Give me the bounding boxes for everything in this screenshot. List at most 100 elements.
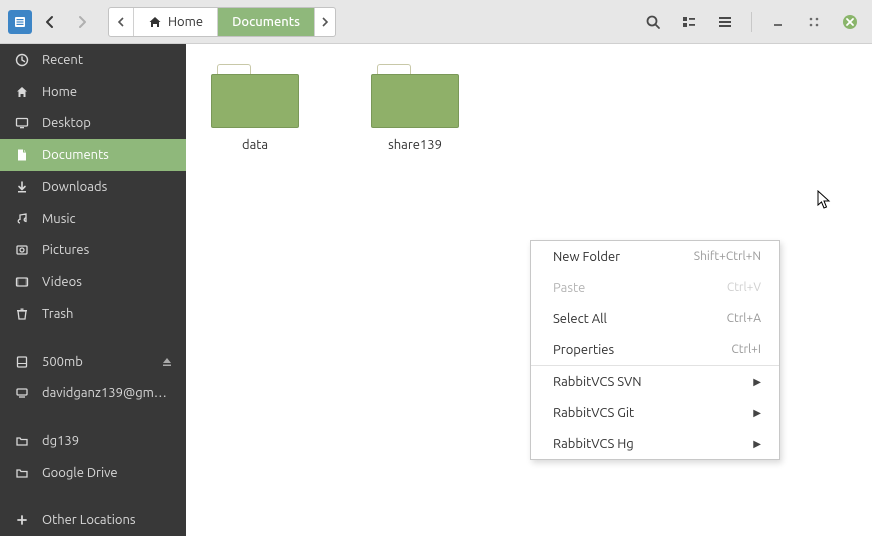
sidebar-item-recent[interactable]: Recent <box>0 44 186 76</box>
sidebar-item-label: Videos <box>42 275 172 289</box>
folder-grid: data share139 <box>200 64 858 152</box>
sidebar-item-pictures[interactable]: Pictures <box>0 235 186 267</box>
sidebar-mount-500mb[interactable]: 500mb <box>0 346 186 378</box>
home-icon <box>14 85 30 99</box>
breadcrumb-current-label: Documents <box>232 15 300 29</box>
sidebar-bookmark-dg139[interactable]: dg139 <box>0 425 186 457</box>
eject-icon[interactable] <box>162 357 172 367</box>
context-menu-select-all[interactable]: Select All Ctrl+A <box>531 303 779 334</box>
forward-button[interactable] <box>68 8 96 36</box>
context-menu-rabbitvcs-git[interactable]: RabbitVCS Git ▶ <box>531 397 779 428</box>
sidebar-item-label: dg139 <box>42 434 172 448</box>
context-menu-label: Properties <box>553 343 614 357</box>
sidebar-item-downloads[interactable]: Downloads <box>0 171 186 203</box>
folder-share139[interactable]: share139 <box>360 64 470 152</box>
chevron-right-icon: ▶ <box>753 376 761 388</box>
context-menu-shortcut: Ctrl+V <box>727 281 761 294</box>
window-close[interactable] <box>836 8 864 36</box>
sidebar-mount-remote[interactable]: davidganz139@gm… <box>0 377 186 409</box>
breadcrumb-home[interactable]: Home <box>134 8 218 36</box>
pictures-icon <box>14 243 30 257</box>
context-menu-shortcut: Ctrl+I <box>731 343 761 356</box>
context-menu-label: Paste <box>553 281 585 295</box>
breadcrumb: Home Documents <box>108 7 336 37</box>
folder-icon <box>211 64 299 128</box>
app-icon <box>8 10 32 34</box>
context-menu: New Folder Shift+Ctrl+N Paste Ctrl+V Sel… <box>530 240 780 460</box>
content-area[interactable]: data share139 New Folder Shift+Ctrl+N Pa… <box>186 44 872 536</box>
search-button[interactable] <box>639 8 667 36</box>
sidebar-other-locations[interactable]: Other Locations <box>0 504 186 536</box>
sidebar-item-label: Downloads <box>42 180 172 194</box>
sidebar-item-home[interactable]: Home <box>0 76 186 108</box>
home-icon <box>148 15 162 29</box>
context-menu-label: Select All <box>553 312 607 326</box>
breadcrumb-back-icon[interactable] <box>109 8 134 36</box>
network-icon <box>14 386 30 400</box>
context-menu-label: RabbitVCS Hg <box>553 437 634 451</box>
sidebar-item-label: Pictures <box>42 243 172 257</box>
breadcrumb-home-label: Home <box>168 15 203 29</box>
trash-icon <box>14 307 30 321</box>
window-maximize[interactable] <box>800 8 828 36</box>
context-menu-properties[interactable]: Properties Ctrl+I <box>531 334 779 365</box>
sidebar-item-label: Documents <box>42 148 172 162</box>
toolbar: Home Documents <box>0 0 872 44</box>
toolbar-left: Home Documents <box>8 7 336 37</box>
folder-label: data <box>242 138 268 152</box>
folder-data[interactable]: data <box>200 64 310 152</box>
folder-label: share139 <box>388 138 442 152</box>
back-button[interactable] <box>36 8 64 36</box>
grid-icon <box>681 14 697 30</box>
sidebar-gap <box>0 330 186 346</box>
music-icon <box>14 212 30 226</box>
folder-icon <box>371 64 459 128</box>
sidebar: Recent Home Desktop Documents Downloads … <box>0 44 186 536</box>
context-menu-new-folder[interactable]: New Folder Shift+Ctrl+N <box>531 241 779 272</box>
chevron-right-icon: ▶ <box>753 438 761 450</box>
clock-icon <box>14 53 30 67</box>
sidebar-gap <box>0 409 186 425</box>
sidebar-item-label: Home <box>42 85 172 99</box>
divider <box>751 12 752 32</box>
sidebar-item-label: Recent <box>42 53 172 67</box>
sidebar-item-label: Desktop <box>42 116 172 130</box>
sidebar-item-trash[interactable]: Trash <box>0 298 186 330</box>
context-menu-paste: Paste Ctrl+V <box>531 272 779 303</box>
sidebar-item-label: Google Drive <box>42 466 172 480</box>
videos-icon <box>14 275 30 289</box>
sidebar-item-desktop[interactable]: Desktop <box>0 108 186 140</box>
sidebar-item-music[interactable]: Music <box>0 203 186 235</box>
sidebar-item-label: 500mb <box>42 355 150 369</box>
menu-button[interactable] <box>711 8 739 36</box>
sidebar-item-label: Trash <box>42 307 172 321</box>
maximize-icon <box>808 16 820 28</box>
close-icon <box>842 14 858 30</box>
chevron-right-icon: ▶ <box>753 407 761 419</box>
download-icon <box>14 180 30 194</box>
context-menu-shortcut: Ctrl+A <box>727 312 761 325</box>
cursor-icon <box>817 190 833 210</box>
context-menu-label: RabbitVCS Git <box>553 406 634 420</box>
context-menu-shortcut: Shift+Ctrl+N <box>694 250 761 263</box>
breadcrumb-forward-icon[interactable] <box>315 8 335 36</box>
minimize-icon <box>772 16 784 28</box>
context-menu-label: New Folder <box>553 250 620 264</box>
disk-icon <box>14 355 30 369</box>
window-minimize[interactable] <box>764 8 792 36</box>
context-menu-rabbitvcs-hg[interactable]: RabbitVCS Hg ▶ <box>531 428 779 459</box>
context-menu-rabbitvcs-svn[interactable]: RabbitVCS SVN ▶ <box>531 366 779 397</box>
folder-icon <box>14 466 30 480</box>
breadcrumb-current[interactable]: Documents <box>218 8 315 36</box>
sidebar-bookmark-googledrive[interactable]: Google Drive <box>0 457 186 489</box>
plus-icon <box>14 513 30 527</box>
sidebar-item-label: davidganz139@gm… <box>42 386 172 400</box>
sidebar-item-label: Other Locations <box>42 513 172 527</box>
sidebar-gap <box>0 488 186 504</box>
sidebar-item-label: Music <box>42 212 172 226</box>
search-icon <box>645 14 661 30</box>
sidebar-item-videos[interactable]: Videos <box>0 266 186 298</box>
hamburger-icon <box>717 14 733 30</box>
sidebar-item-documents[interactable]: Documents <box>0 139 186 171</box>
view-toggle-button[interactable] <box>675 8 703 36</box>
